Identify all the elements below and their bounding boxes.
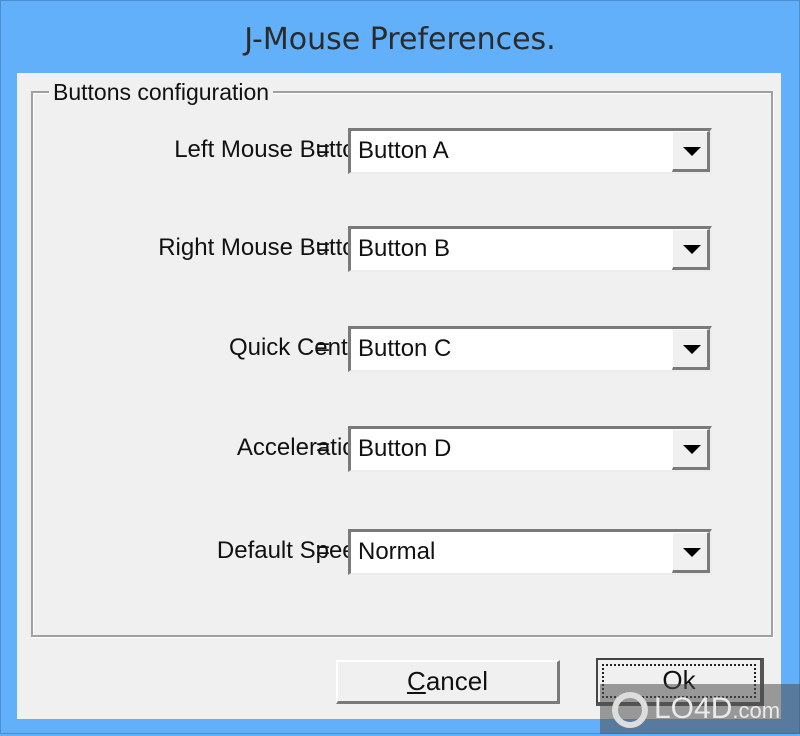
row-left-mouse-button: Left Mouse Button = Button A	[33, 128, 771, 180]
dropdown-button[interactable]	[672, 229, 710, 270]
select-value: Button B	[358, 235, 451, 262]
select-value: Button D	[358, 435, 452, 462]
dropdown-button[interactable]	[672, 329, 710, 370]
left-mouse-button-select[interactable]: Button A	[348, 128, 712, 174]
dropdown-button[interactable]	[672, 532, 710, 573]
quick-center-select[interactable]: Button C	[348, 326, 712, 372]
group-legend: Buttons configuration	[49, 79, 274, 106]
select-value: Button A	[358, 137, 449, 164]
chevron-down-icon	[683, 548, 701, 557]
select-value: Button C	[358, 335, 452, 362]
window-title: J-Mouse Preferences.	[244, 22, 556, 57]
watermark: LO4D.com	[600, 684, 800, 734]
row-acceleration: Acceleration = Button D	[33, 426, 771, 478]
chevron-down-icon	[683, 445, 701, 454]
cancel-mnemonic: C	[407, 666, 426, 696]
dropdown-button[interactable]	[672, 131, 710, 172]
default-speed-select[interactable]: Normal	[348, 529, 712, 575]
buttons-configuration-group: Buttons configuration Left Mouse Button …	[31, 79, 773, 637]
row-right-mouse-button: Right Mouse Button = Button B	[33, 226, 771, 278]
cancel-button[interactable]: Cancel	[336, 660, 560, 704]
chevron-down-icon	[683, 245, 701, 254]
dialog-client-area: Buttons configuration Left Mouse Button …	[17, 73, 781, 719]
dropdown-button[interactable]	[672, 429, 710, 470]
row-quick-center: Quick Center = Button C	[33, 326, 771, 378]
chevron-down-icon	[683, 147, 701, 156]
field-label: Right Mouse Button	[158, 234, 369, 261]
acceleration-select[interactable]: Button D	[348, 426, 712, 472]
right-mouse-button-select[interactable]: Button B	[348, 226, 712, 272]
equals-sign: =	[316, 136, 331, 163]
field-label: Left Mouse Button	[174, 136, 369, 163]
lo4d-logo-icon	[612, 692, 648, 729]
field-label: Default Speed	[216, 537, 369, 564]
watermark-brand: LO4D	[654, 692, 733, 725]
watermark-suffix: .com	[732, 698, 781, 723]
equals-sign: =	[316, 537, 331, 564]
equals-sign: =	[316, 234, 331, 261]
equals-sign: =	[316, 334, 331, 361]
select-value: Normal	[358, 538, 436, 565]
chevron-down-icon	[683, 345, 701, 354]
cancel-label: ancel	[425, 666, 488, 696]
equals-sign: =	[316, 434, 331, 461]
row-default-speed: Default Speed = Normal	[33, 529, 771, 581]
